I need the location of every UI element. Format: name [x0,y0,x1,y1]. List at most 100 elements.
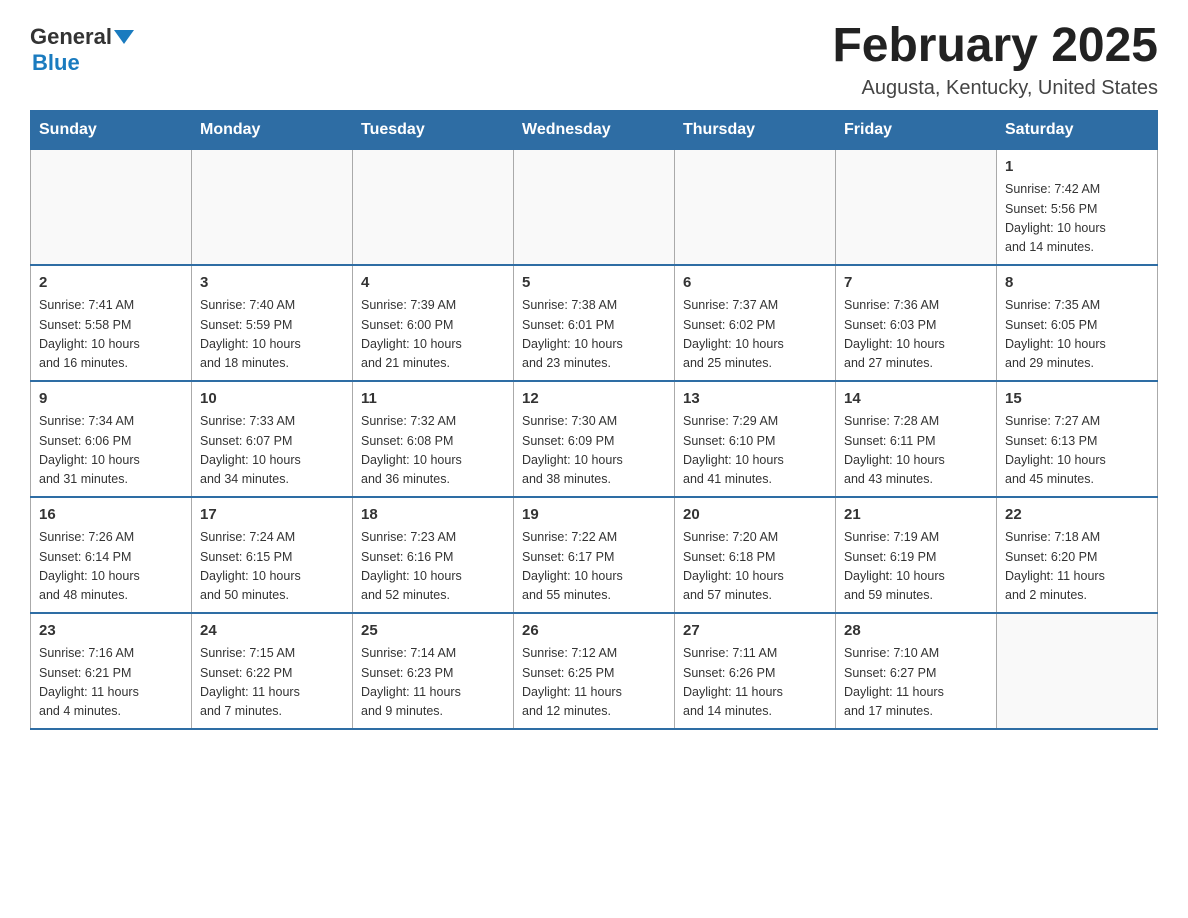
day-info: Sunrise: 7:30 AM Sunset: 6:09 PM Dayligh… [522,412,666,490]
calendar-table: SundayMondayTuesdayWednesdayThursdayFrid… [30,110,1158,730]
day-info: Sunrise: 7:32 AM Sunset: 6:08 PM Dayligh… [361,412,505,490]
calendar-cell: 27Sunrise: 7:11 AM Sunset: 6:26 PM Dayli… [675,613,836,729]
calendar-cell: 13Sunrise: 7:29 AM Sunset: 6:10 PM Dayli… [675,381,836,497]
calendar-cell: 15Sunrise: 7:27 AM Sunset: 6:13 PM Dayli… [997,381,1158,497]
day-info: Sunrise: 7:26 AM Sunset: 6:14 PM Dayligh… [39,528,183,606]
day-number: 8 [1005,272,1149,295]
weekday-header-wednesday: Wednesday [514,110,675,149]
day-number: 10 [200,388,344,411]
day-info: Sunrise: 7:20 AM Sunset: 6:18 PM Dayligh… [683,528,827,606]
day-number: 19 [522,504,666,527]
day-number: 27 [683,620,827,643]
day-info: Sunrise: 7:35 AM Sunset: 6:05 PM Dayligh… [1005,296,1149,374]
day-number: 21 [844,504,988,527]
weekday-header-thursday: Thursday [675,110,836,149]
weekday-header-tuesday: Tuesday [353,110,514,149]
day-info: Sunrise: 7:41 AM Sunset: 5:58 PM Dayligh… [39,296,183,374]
day-number: 1 [1005,156,1149,179]
day-info: Sunrise: 7:40 AM Sunset: 5:59 PM Dayligh… [200,296,344,374]
calendar-cell [836,149,997,265]
day-number: 5 [522,272,666,295]
calendar-cell: 18Sunrise: 7:23 AM Sunset: 6:16 PM Dayli… [353,497,514,613]
calendar-cell: 4Sunrise: 7:39 AM Sunset: 6:00 PM Daylig… [353,265,514,381]
day-number: 28 [844,620,988,643]
calendar-cell: 14Sunrise: 7:28 AM Sunset: 6:11 PM Dayli… [836,381,997,497]
day-number: 2 [39,272,183,295]
weekday-header-sunday: Sunday [31,110,192,149]
calendar-cell: 19Sunrise: 7:22 AM Sunset: 6:17 PM Dayli… [514,497,675,613]
calendar-cell: 1Sunrise: 7:42 AM Sunset: 5:56 PM Daylig… [997,149,1158,265]
logo-blue: Blue [32,50,80,76]
day-number: 4 [361,272,505,295]
calendar-cell: 22Sunrise: 7:18 AM Sunset: 6:20 PM Dayli… [997,497,1158,613]
calendar-cell: 6Sunrise: 7:37 AM Sunset: 6:02 PM Daylig… [675,265,836,381]
calendar-cell: 26Sunrise: 7:12 AM Sunset: 6:25 PM Dayli… [514,613,675,729]
day-number: 20 [683,504,827,527]
day-number: 17 [200,504,344,527]
weekday-header-saturday: Saturday [997,110,1158,149]
logo-general: General [30,24,112,50]
calendar-week-row: 2Sunrise: 7:41 AM Sunset: 5:58 PM Daylig… [31,265,1158,381]
day-info: Sunrise: 7:27 AM Sunset: 6:13 PM Dayligh… [1005,412,1149,490]
calendar-cell: 12Sunrise: 7:30 AM Sunset: 6:09 PM Dayli… [514,381,675,497]
weekday-header-row: SundayMondayTuesdayWednesdayThursdayFrid… [31,110,1158,149]
calendar-cell: 9Sunrise: 7:34 AM Sunset: 6:06 PM Daylig… [31,381,192,497]
day-info: Sunrise: 7:23 AM Sunset: 6:16 PM Dayligh… [361,528,505,606]
calendar-cell [514,149,675,265]
calendar-cell [675,149,836,265]
day-number: 12 [522,388,666,411]
calendar-cell: 10Sunrise: 7:33 AM Sunset: 6:07 PM Dayli… [192,381,353,497]
day-number: 26 [522,620,666,643]
day-info: Sunrise: 7:12 AM Sunset: 6:25 PM Dayligh… [522,644,666,722]
logo: General Blue [30,20,134,76]
calendar-cell: 24Sunrise: 7:15 AM Sunset: 6:22 PM Dayli… [192,613,353,729]
day-number: 23 [39,620,183,643]
day-number: 13 [683,388,827,411]
day-info: Sunrise: 7:11 AM Sunset: 6:26 PM Dayligh… [683,644,827,722]
weekday-header-monday: Monday [192,110,353,149]
page-title: February 2025 [832,20,1158,73]
page-header: General Blue February 2025 Augusta, Kent… [30,20,1158,100]
day-info: Sunrise: 7:22 AM Sunset: 6:17 PM Dayligh… [522,528,666,606]
day-number: 18 [361,504,505,527]
calendar-cell: 8Sunrise: 7:35 AM Sunset: 6:05 PM Daylig… [997,265,1158,381]
weekday-header-friday: Friday [836,110,997,149]
calendar-cell: 17Sunrise: 7:24 AM Sunset: 6:15 PM Dayli… [192,497,353,613]
day-number: 25 [361,620,505,643]
calendar-week-row: 9Sunrise: 7:34 AM Sunset: 6:06 PM Daylig… [31,381,1158,497]
calendar-cell: 25Sunrise: 7:14 AM Sunset: 6:23 PM Dayli… [353,613,514,729]
day-info: Sunrise: 7:37 AM Sunset: 6:02 PM Dayligh… [683,296,827,374]
calendar-cell: 23Sunrise: 7:16 AM Sunset: 6:21 PM Dayli… [31,613,192,729]
day-number: 11 [361,388,505,411]
day-number: 16 [39,504,183,527]
calendar-cell: 21Sunrise: 7:19 AM Sunset: 6:19 PM Dayli… [836,497,997,613]
day-number: 15 [1005,388,1149,411]
logo-icon: General Blue [30,24,134,76]
page-subtitle: Augusta, Kentucky, United States [832,77,1158,100]
day-info: Sunrise: 7:34 AM Sunset: 6:06 PM Dayligh… [39,412,183,490]
day-info: Sunrise: 7:24 AM Sunset: 6:15 PM Dayligh… [200,528,344,606]
calendar-cell [353,149,514,265]
day-info: Sunrise: 7:28 AM Sunset: 6:11 PM Dayligh… [844,412,988,490]
calendar-cell: 28Sunrise: 7:10 AM Sunset: 6:27 PM Dayli… [836,613,997,729]
day-info: Sunrise: 7:18 AM Sunset: 6:20 PM Dayligh… [1005,528,1149,606]
calendar-cell: 2Sunrise: 7:41 AM Sunset: 5:58 PM Daylig… [31,265,192,381]
day-info: Sunrise: 7:42 AM Sunset: 5:56 PM Dayligh… [1005,180,1149,258]
title-block: February 2025 Augusta, Kentucky, United … [832,20,1158,100]
calendar-week-row: 23Sunrise: 7:16 AM Sunset: 6:21 PM Dayli… [31,613,1158,729]
day-info: Sunrise: 7:15 AM Sunset: 6:22 PM Dayligh… [200,644,344,722]
calendar-cell: 16Sunrise: 7:26 AM Sunset: 6:14 PM Dayli… [31,497,192,613]
calendar-cell [192,149,353,265]
calendar-cell: 11Sunrise: 7:32 AM Sunset: 6:08 PM Dayli… [353,381,514,497]
calendar-cell: 7Sunrise: 7:36 AM Sunset: 6:03 PM Daylig… [836,265,997,381]
day-info: Sunrise: 7:16 AM Sunset: 6:21 PM Dayligh… [39,644,183,722]
day-number: 7 [844,272,988,295]
calendar-cell: 20Sunrise: 7:20 AM Sunset: 6:18 PM Dayli… [675,497,836,613]
day-number: 6 [683,272,827,295]
day-info: Sunrise: 7:36 AM Sunset: 6:03 PM Dayligh… [844,296,988,374]
calendar-cell [31,149,192,265]
day-info: Sunrise: 7:33 AM Sunset: 6:07 PM Dayligh… [200,412,344,490]
day-info: Sunrise: 7:19 AM Sunset: 6:19 PM Dayligh… [844,528,988,606]
calendar-week-row: 1Sunrise: 7:42 AM Sunset: 5:56 PM Daylig… [31,149,1158,265]
calendar-week-row: 16Sunrise: 7:26 AM Sunset: 6:14 PM Dayli… [31,497,1158,613]
